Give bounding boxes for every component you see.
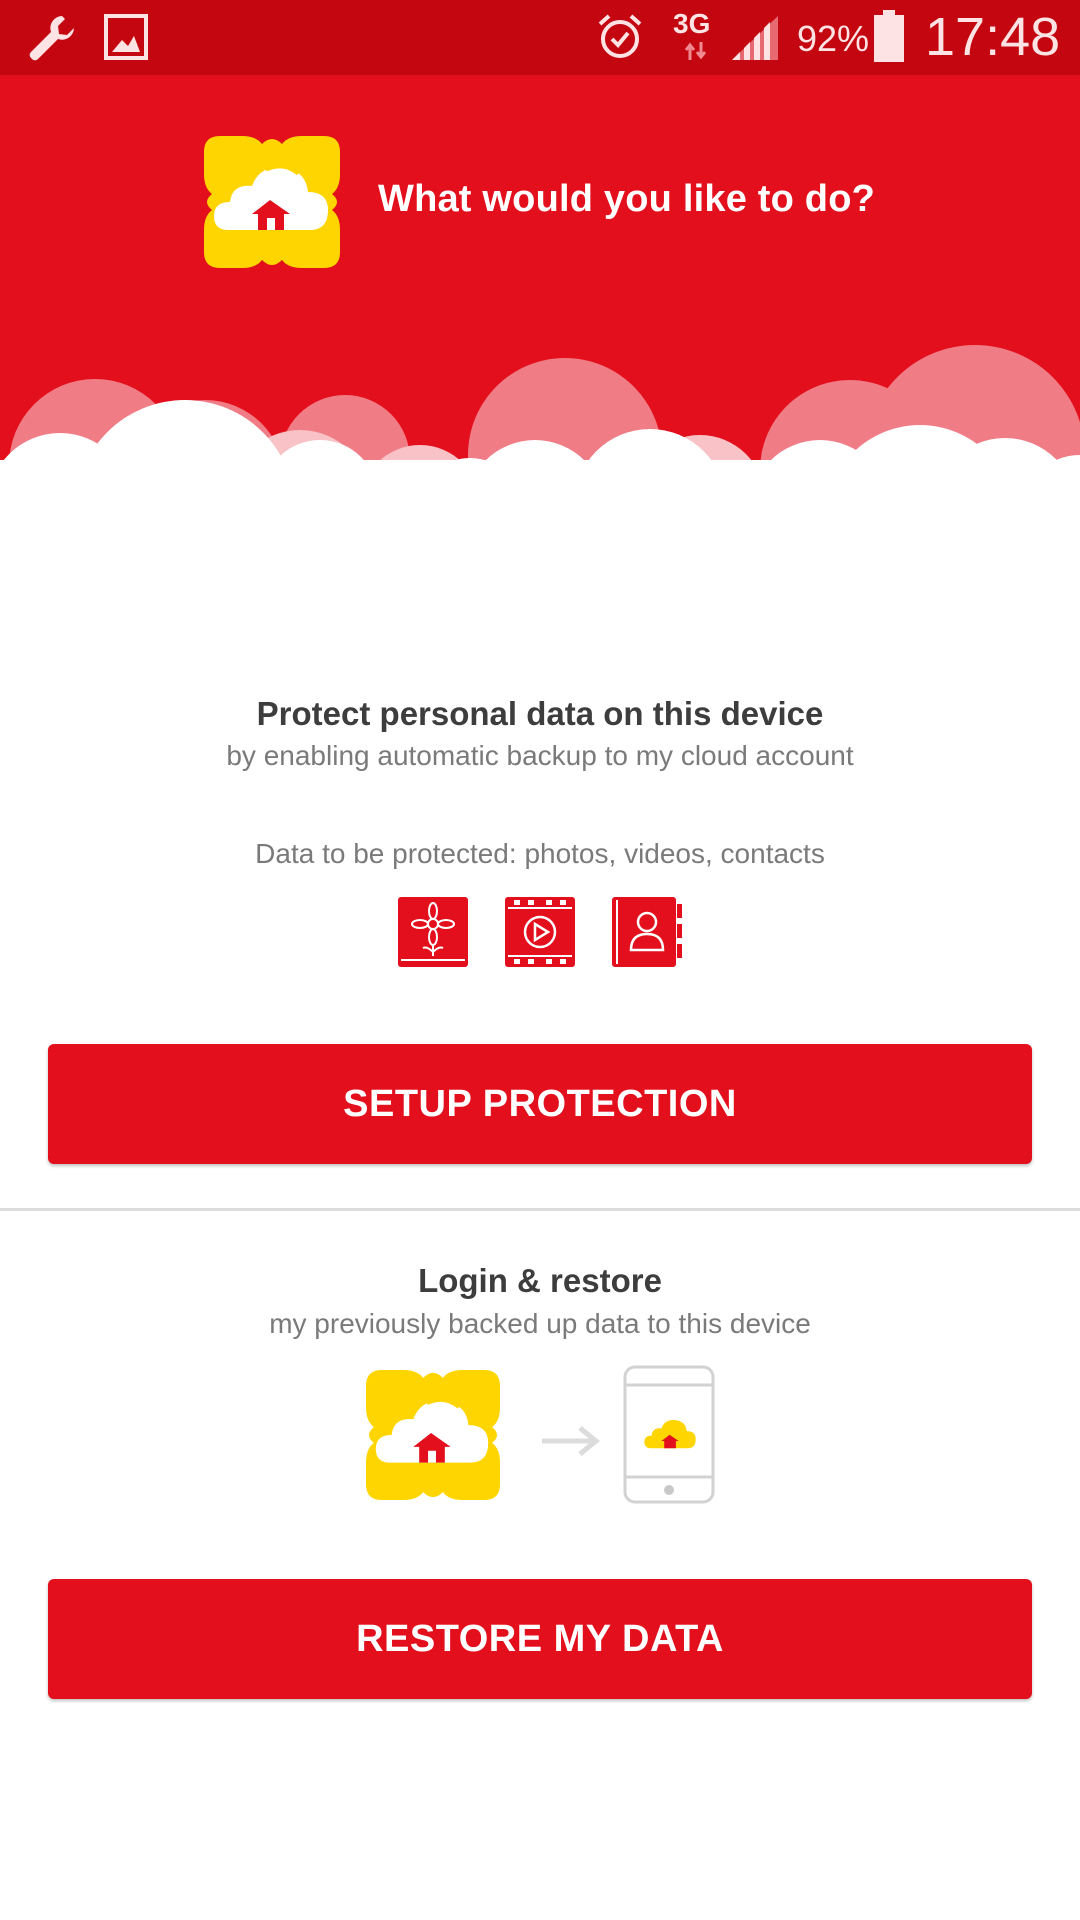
section-divider [0, 1208, 1080, 1211]
battery-icon [874, 10, 904, 62]
phone-icon [623, 1365, 715, 1504]
arrow-right-icon [542, 1426, 600, 1456]
data-arrows-icon [684, 42, 707, 60]
app-logo-icon [204, 136, 340, 268]
videos-icon [505, 897, 575, 967]
restore-my-data-button[interactable]: RESTORE MY DATA [48, 1579, 1032, 1699]
wrench-icon [29, 16, 74, 61]
status-bar: 3G 92% 17:48 [0, 0, 1080, 75]
cloud-logo-icon [366, 1369, 500, 1501]
contacts-icon [612, 897, 682, 967]
protect-title: Protect personal data on this device [256, 695, 824, 732]
restore-subtitle: my previously backed up data to this dev… [269, 1308, 811, 1339]
cloud-decoration [0, 345, 1080, 495]
restore-title: Login & restore [418, 1262, 662, 1299]
setup-protection-button[interactable]: SETUP PROTECTION [48, 1044, 1032, 1164]
header: What would you like to do? [0, 75, 1080, 495]
photos-icon [398, 897, 468, 967]
alarm-icon [598, 14, 642, 58]
clock: 17:48 [925, 7, 1061, 67]
header-title: What would you like to do? [378, 178, 876, 220]
data-protected-label: Data to be protected: photos, videos, co… [255, 838, 825, 869]
image-icon [104, 14, 148, 60]
network-type: 3G [673, 8, 711, 39]
battery-percent: 92% [797, 18, 870, 59]
signal-icon [732, 16, 778, 60]
protect-subtitle: by enabling automatic backup to my cloud… [226, 740, 854, 771]
